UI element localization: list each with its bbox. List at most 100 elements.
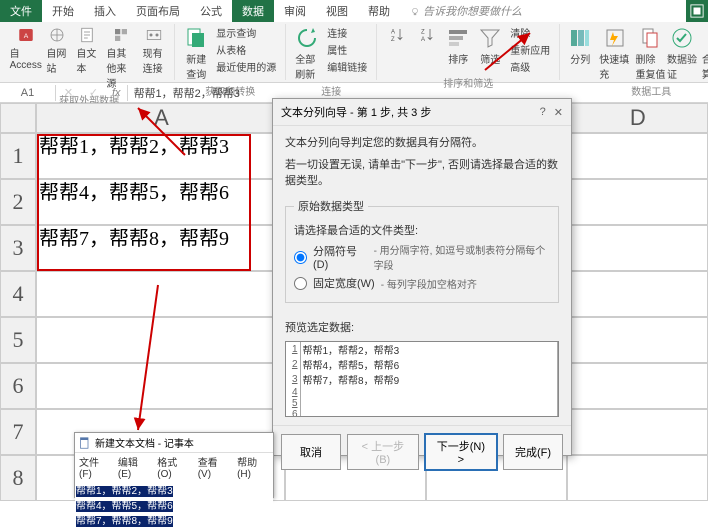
btn-refresh[interactable]: 全部刷新 (292, 24, 322, 83)
btn-flash-fill[interactable]: 快速填充 (596, 24, 633, 83)
btn-text-to-columns[interactable]: 分列 (566, 24, 594, 68)
btn-next[interactable]: 下一步(N) > (425, 434, 497, 470)
btn-remove-dup[interactable]: 删除 重复值 (636, 24, 666, 83)
sort-desc-icon: ZA (418, 26, 436, 44)
cell[interactable]: 帮帮1，帮帮2，帮帮3 (36, 133, 285, 179)
formula-value[interactable]: 帮帮1，帮帮2，帮帮3 (128, 83, 246, 103)
row-header[interactable]: 2 (0, 179, 36, 225)
group-transform: 新建 查询 显示查询 从表格 最近使用的源 获取和转换 (175, 24, 286, 80)
btn-sort[interactable]: 排序 (443, 24, 473, 68)
recent-sources[interactable]: 最近使用的源 (213, 58, 279, 75)
tab-view[interactable]: 视图 (316, 0, 358, 22)
flash-icon (603, 26, 627, 50)
cell[interactable]: 帮帮7，帮帮8，帮帮9 (36, 225, 285, 271)
preview-label: 预览选定数据: (285, 319, 559, 335)
tab-tell[interactable]: 告诉我你想要做什么 (400, 0, 532, 22)
preview-box[interactable]: 1帮帮1，帮帮2，帮帮32帮帮4，帮帮5，帮帮63帮帮7，帮帮8，帮帮9456 (285, 341, 559, 417)
query-stack: 显示查询 从表格 最近使用的源 (213, 24, 279, 75)
tab-review[interactable]: 审阅 (274, 0, 316, 22)
np-edit[interactable]: 编辑(E) (118, 454, 149, 480)
btn-sort-asc[interactable]: AZ (383, 24, 411, 46)
ribbon-tabs: 文件 开始 插入 页面布局 公式 数据 审阅 视图 帮助 告诉我你想要做什么 (0, 0, 708, 22)
show-queries[interactable]: 显示查询 (213, 24, 279, 41)
split-icon (568, 26, 592, 50)
btn-sort-desc[interactable]: ZA (413, 24, 441, 46)
btn-validation[interactable]: 数据验 证 (667, 24, 697, 83)
tab-start[interactable]: 开始 (42, 0, 84, 22)
svg-text:Z: Z (391, 37, 395, 43)
row-header[interactable]: 5 (0, 317, 36, 363)
connections[interactable]: 连接 (324, 24, 370, 41)
np-format[interactable]: 格式(O) (157, 454, 189, 480)
group-tools: 分列 快速填充 删除 重复值 数据验 证 合并计算 数据工具 (560, 24, 708, 80)
svg-text:A: A (23, 33, 28, 40)
btn-prev[interactable]: < 上一步(B) (347, 434, 419, 470)
tab-formula[interactable]: 公式 (190, 0, 232, 22)
tab-insert[interactable]: 插入 (84, 0, 126, 22)
text-icon (78, 26, 96, 44)
clear-filter[interactable]: 清除 (507, 24, 553, 41)
cell[interactable] (36, 363, 285, 409)
tab-help[interactable]: 帮助 (358, 0, 400, 22)
btn-web[interactable]: 自网站 (43, 24, 71, 77)
notepad-menu: 文件(F) 编辑(E) 格式(O) 查看(V) 帮助(H) (75, 453, 273, 481)
cell[interactable] (36, 271, 285, 317)
btn-new-query[interactable]: 新建 查询 (181, 24, 211, 83)
row-header[interactable]: 3 (0, 225, 36, 271)
dialog-intro2: 若一切设置无误, 请单击"下一步", 否则请选择最合适的数据类型。 (285, 156, 559, 188)
row-header[interactable]: 4 (0, 271, 36, 317)
check-icon: ✓ (89, 86, 98, 99)
cell[interactable] (36, 317, 285, 363)
btn-text[interactable]: 自文本 (73, 24, 101, 77)
conn-icon (145, 26, 163, 44)
dialog-titlebar: 文本分列向导 - 第 1 步, 共 3 步 ? ✕ (273, 99, 571, 126)
name-box[interactable]: A1 (0, 85, 56, 101)
btn-cancel[interactable]: 取消 (281, 434, 341, 470)
tab-data[interactable]: 数据 (232, 0, 274, 22)
row-header[interactable]: 7 (0, 409, 36, 455)
from-table[interactable]: 从表格 (213, 41, 279, 58)
row-header[interactable]: 8 (0, 455, 36, 501)
np-view[interactable]: 查看(V) (198, 454, 229, 480)
tab-layout[interactable]: 页面布局 (126, 0, 190, 22)
btn-finish[interactable]: 完成(F) (503, 434, 563, 470)
dialog-intro1: 文本分列向导判定您的数据具有分隔符。 (285, 134, 559, 150)
funnel-icon (478, 26, 502, 50)
row-header[interactable]: 1 (0, 133, 36, 179)
close-icon[interactable]: ✕ (554, 106, 563, 119)
col-D[interactable]: D (568, 103, 708, 133)
properties[interactable]: 属性 (324, 41, 370, 58)
ribbon-body: A自 Access 自网站 自文本 自其他来源 现有连接 获取外部数据 新建 查… (0, 22, 708, 82)
access-icon: A (17, 26, 35, 44)
original-type-fieldset: 原始数据类型 请选择最合适的文件类型: 分隔符号(D)- 用分隔字符, 如逗号或… (285, 198, 559, 303)
btn-access[interactable]: A自 Access (10, 24, 41, 73)
row-header[interactable]: 6 (0, 363, 36, 409)
edit-links[interactable]: 编辑链接 (324, 58, 370, 75)
select-all[interactable] (0, 103, 36, 133)
app-corner (686, 0, 708, 22)
help-icon[interactable]: ? (540, 106, 546, 119)
np-help[interactable]: 帮助(H) (237, 454, 269, 480)
refresh-icon (295, 26, 319, 50)
cell[interactable]: 帮帮4，帮帮5，帮帮6 (36, 179, 285, 225)
other-icon (112, 26, 130, 44)
sort-icon (446, 26, 470, 50)
notepad-body[interactable]: 帮帮1，帮帮2，帮帮3帮帮4，帮帮5，帮帮6帮帮7，帮帮8，帮帮9 (75, 481, 273, 528)
advanced[interactable]: 高级 (507, 58, 553, 75)
np-file[interactable]: 文件(F) (79, 454, 110, 480)
btn-filter[interactable]: 筛选 (475, 24, 505, 68)
radio-fixed[interactable] (294, 277, 307, 290)
text-wizard-dialog: 文本分列向导 - 第 1 步, 共 3 步 ? ✕ 文本分列向导判定您的数据具有分… (272, 98, 572, 456)
reapply[interactable]: 重新应用 (507, 41, 553, 58)
tab-file[interactable]: 文件 (0, 0, 42, 22)
btn-consolidate[interactable]: 合并计算 (699, 24, 708, 83)
dialog-title: 文本分列向导 - 第 1 步, 共 3 步 (281, 104, 431, 120)
group-sort: AZ ZA 排序 筛选 清除 重新应用 高级 排序和筛选 (377, 24, 560, 80)
bulb-icon (410, 7, 420, 17)
radio-delimited[interactable] (294, 251, 307, 264)
group-external-data: A自 Access 自网站 自文本 自其他来源 现有连接 获取外部数据 (4, 24, 175, 80)
btn-existing[interactable]: 现有连接 (140, 24, 169, 77)
group-conn: 全部刷新 连接 属性 编辑链接 连接 (286, 24, 377, 80)
col-A[interactable]: A (36, 103, 287, 133)
fx-icon[interactable]: fx (106, 85, 128, 101)
